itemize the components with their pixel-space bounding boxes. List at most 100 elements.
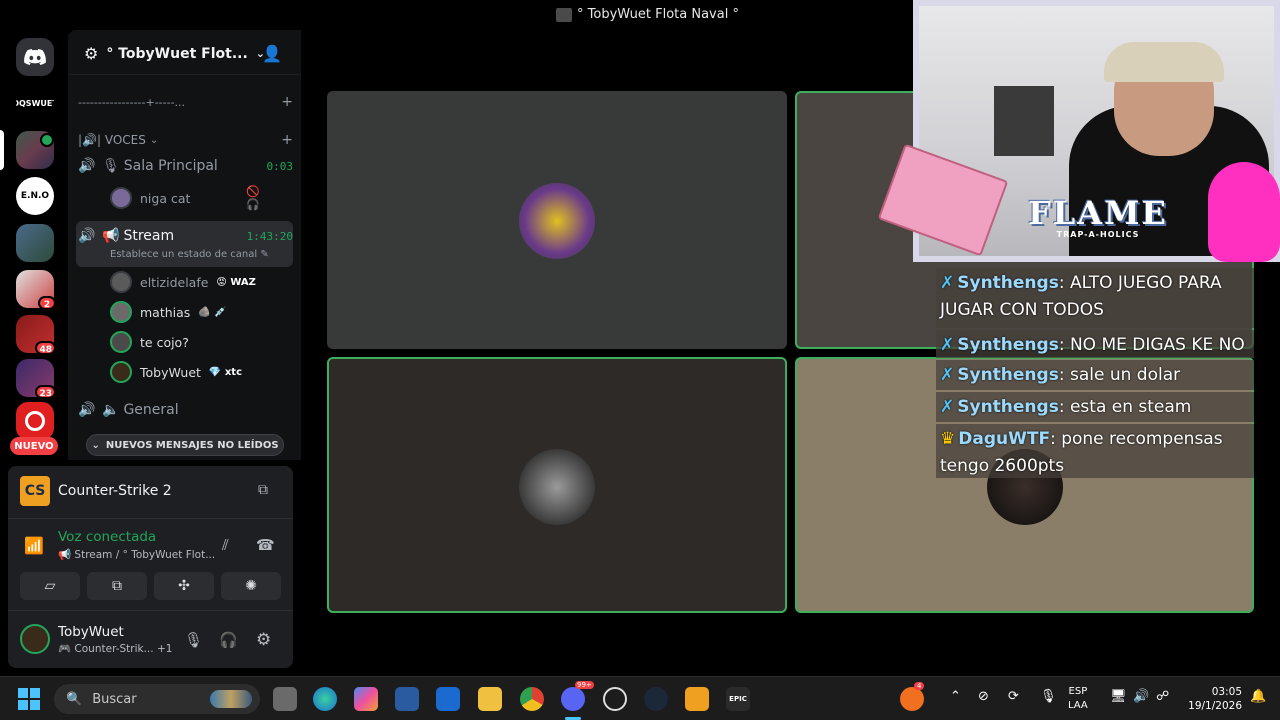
channel-general[interactable]: 🔊 🔈 General (78, 396, 293, 424)
windows-start-icon[interactable] (18, 688, 40, 710)
cs2-icon[interactable] (685, 687, 709, 711)
mic-emoji-icon: 🎙 (102, 158, 120, 174)
soundboard-button[interactable]: ✺ (221, 572, 281, 600)
microphone-icon[interactable]: 🎙 (1040, 689, 1057, 704)
widget-icon[interactable]: 4 (900, 682, 925, 711)
window-title: ° TobyWuet Flota Naval ° (556, 7, 739, 22)
server-oqswuet[interactable]: OQSWUET (16, 92, 54, 114)
activities-icon: ✣ (178, 578, 190, 594)
unread-badge: 48 (35, 341, 56, 355)
category-divider[interactable]: -----------------+-----... + (78, 88, 293, 116)
speaker-emoji-icon: 🔈 (102, 402, 120, 418)
chevron-up-icon[interactable]: ⌃ (950, 689, 961, 704)
user-tag: 💎 xtc (208, 366, 243, 378)
notifications-icon[interactable]: 🔔 (1250, 689, 1266, 704)
avatar (110, 361, 132, 383)
camera-off-icon: ▱ (44, 578, 56, 594)
circle-logo-icon (25, 411, 45, 431)
store-icon[interactable] (395, 687, 419, 711)
epic-games-icon[interactable]: EPIC (726, 687, 750, 711)
sword-icon: ✗ (940, 335, 955, 355)
server-item[interactable]: 2 (16, 270, 56, 310)
chat-message: ✗ Synthengs: esta en steam (936, 392, 1254, 422)
server-current[interactable] (16, 131, 54, 169)
sword-icon: ✗ (940, 365, 955, 385)
soundboard-icon: ✺ (245, 578, 257, 594)
camera-off-button[interactable]: ▱ (20, 572, 80, 600)
brand-logo: FLAME TRAP-A-HOLICS (1028, 194, 1168, 239)
outlook-icon[interactable] (436, 687, 460, 711)
copilot-icon[interactable] (354, 687, 378, 711)
search-highlight-icon (210, 690, 252, 708)
battery-icon[interactable]: ☍ (1156, 689, 1169, 704)
cs2-game-icon: CS (20, 476, 50, 506)
gear-icon[interactable]: ⚙ (256, 630, 271, 650)
screenshare-button[interactable]: ⧉ (87, 572, 147, 600)
server-header[interactable]: ⚙ ° TobyWuet Flot... ⌄ (84, 44, 265, 63)
server-selected-indicator (0, 130, 4, 170)
server-item[interactable] (16, 402, 54, 440)
noise-suppression-icon[interactable]: ⫽ (222, 536, 229, 554)
user-tag: 😡 WAZ (216, 276, 256, 288)
voice-category[interactable]: |🔊| VOCES ⌄ + (78, 126, 293, 154)
muted-icons: 🚫🎧 (246, 185, 260, 211)
channel-stream[interactable]: 🔊 📢 Stream 1:43:20 (78, 222, 293, 250)
channel-sala-principal[interactable]: 🔊 🎙 Sala Principal 0:03 (78, 152, 293, 180)
voice-user[interactable]: te cojo? (110, 329, 189, 355)
channel-status[interactable]: Establece un estado de canal ✎ (110, 249, 269, 260)
game-title: Counter-Strike 2 (58, 483, 172, 499)
video-tile-speaking[interactable] (327, 357, 787, 613)
tray-app-icon[interactable]: ⊘ (978, 689, 989, 704)
task-view-icon[interactable] (273, 687, 297, 711)
sync-icon[interactable]: ⟳ (1008, 689, 1019, 704)
language-indicator[interactable]: ESP LAA (1068, 685, 1088, 713)
server-item[interactable]: 23 (16, 359, 56, 399)
chat-message: ✗ Synthengs: ALTO JUEGO PARA JUGAR CON TO… (936, 268, 1254, 328)
app-thumbnail-icon (556, 7, 572, 22)
voice-user[interactable]: niga cat 🚫🎧 (110, 185, 260, 211)
headphones-icon[interactable]: 🎧 (219, 631, 238, 649)
server-item[interactable] (16, 224, 54, 262)
cap (1104, 42, 1224, 82)
voice-user[interactable]: TobyWuet 💎 xtc (110, 359, 242, 385)
video-tile[interactable] (327, 91, 787, 349)
server-item[interactable]: 48 (16, 315, 56, 355)
discord-home-button[interactable] (16, 38, 54, 76)
avatar (110, 301, 132, 323)
chrome-icon[interactable] (520, 687, 544, 711)
avatar[interactable] (20, 624, 50, 654)
voice-user[interactable]: eltizidelafe 😡 WAZ (110, 269, 256, 295)
new-badge[interactable]: NUEVO (10, 437, 58, 455)
discord-taskbar-icon[interactable]: 99+ (561, 681, 594, 711)
voice-user[interactable]: mathias 🪨 💉 (110, 299, 226, 325)
obs-icon[interactable] (603, 687, 627, 711)
unread-badge: 23 (35, 385, 56, 399)
notification-badge: 4 (914, 682, 925, 690)
network-icon[interactable]: 🖥 (1110, 689, 1127, 704)
screenshare-icon[interactable]: ⧉ (258, 482, 268, 498)
add-friend-icon[interactable]: 👤 (262, 44, 282, 63)
server-eno[interactable]: E.N.O (16, 177, 54, 215)
file-explorer-icon[interactable] (478, 687, 502, 711)
chat-message: ♛ DaguWTF: pone recompensas tengo 2600pts (936, 424, 1254, 478)
discord-logo-icon (24, 49, 46, 65)
clock[interactable]: 03:05 19/1/2026 (1184, 685, 1242, 713)
voice-status[interactable]: Voz conectada (58, 529, 156, 545)
taskbar-search[interactable]: 🔍 Buscar (54, 684, 260, 714)
disconnect-icon[interactable]: ☎ (256, 536, 275, 554)
voice-channel-path: 📢 Stream / ° TobyWuet Flot... (58, 549, 216, 561)
plus-icon[interactable]: + (281, 94, 293, 110)
user-panel: CS Counter-Strike 2 ⧉ 📶 Voz conectada 📢 … (8, 466, 293, 668)
steam-icon[interactable] (644, 687, 668, 711)
edge-icon[interactable] (313, 687, 337, 711)
username: TobyWuet (58, 624, 124, 640)
unread-badge: 99+ (575, 681, 594, 689)
volume-icon[interactable]: 🔊 (1133, 689, 1149, 704)
avatar (110, 271, 132, 293)
activities-button[interactable]: ✣ (154, 572, 214, 600)
microphone-icon[interactable]: 🎙 (184, 631, 203, 649)
channel-sidebar: ⚙ ° TobyWuet Flot... ⌄ 👤 ---------------… (68, 30, 301, 460)
user-emoji-icon: 🪨 💉 (198, 306, 227, 318)
new-messages-pill[interactable]: ⌄ NUEVOS MENSAJES NO LEÍDOS (86, 434, 284, 456)
plus-icon[interactable]: + (281, 132, 293, 148)
